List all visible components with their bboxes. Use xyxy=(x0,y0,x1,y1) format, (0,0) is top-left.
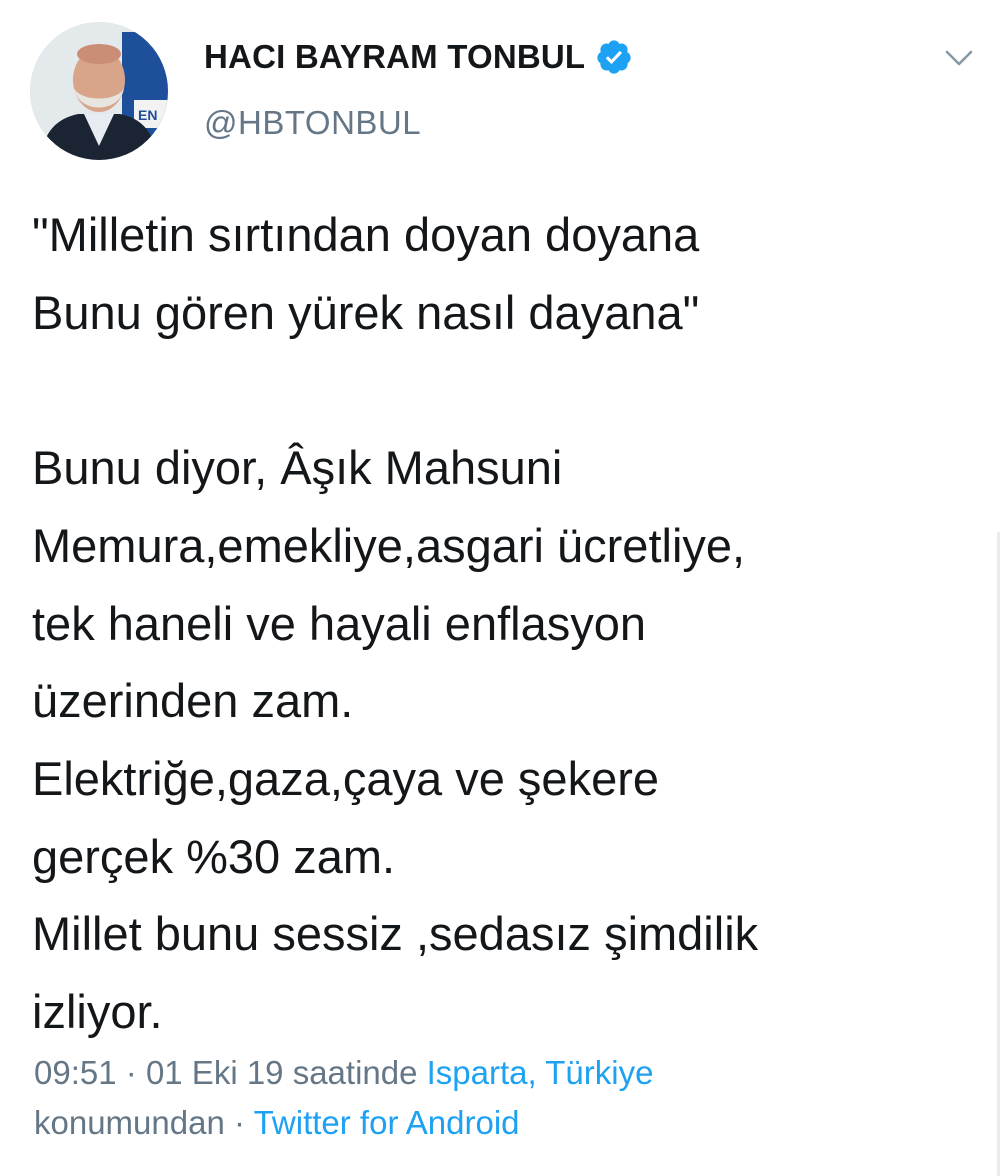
avatar[interactable]: EN xyxy=(30,22,168,160)
meta-separator: · xyxy=(125,1054,137,1091)
svg-text:EN: EN xyxy=(138,107,157,123)
tweet-text-line: gerçek %30 zam. xyxy=(32,829,396,883)
tweet-text-line: Bunu gören yürek nasıl dayana" xyxy=(32,285,700,339)
profile-photo: EN xyxy=(30,22,168,160)
tweet-text-line: "Milletin sırtından doyan doyana xyxy=(32,208,700,261)
chevron-down-icon[interactable] xyxy=(942,46,976,70)
location-suffix: konumundan xyxy=(34,1104,225,1141)
tweet-text-line: tek haneli ve hayali enflasyon xyxy=(32,596,647,650)
tweet-text-line: üzerinden zam. xyxy=(32,674,354,728)
tweet-text-line: Memura,emekliye,asgari ücretliye, xyxy=(32,518,746,572)
tweet-text-line: Elektriğe,gaza,çaya ve şekere xyxy=(32,751,659,805)
author-name-row[interactable]: HACI BAYRAM TONBUL xyxy=(204,38,633,76)
verified-badge-icon xyxy=(595,38,633,76)
source-link[interactable]: Twitter for Android xyxy=(254,1104,520,1141)
tweet-date[interactable]: 01 Eki 19 saatinde xyxy=(146,1054,418,1091)
tweet-time[interactable]: 09:51 xyxy=(34,1054,117,1091)
tweet-text-line: Bunu diyor, Âşık Mahsuni xyxy=(32,441,563,495)
tweet-text-line: izliyor. xyxy=(32,985,163,1039)
tweet-text-line: Millet bunu sessiz ,sedasız şimdilik xyxy=(32,907,759,961)
meta-separator: · xyxy=(234,1104,245,1141)
author-display-name[interactable]: HACI BAYRAM TONBUL xyxy=(204,38,585,76)
tweet-meta: 09:51 · 01 Eki 19 saatinde Isparta, Türk… xyxy=(34,1048,974,1148)
tweet-text: "Milletin sırtından doyan doyana Bunu gö… xyxy=(32,196,972,1051)
author-handle[interactable]: @HBTONBUL xyxy=(204,104,421,142)
location-link[interactable]: Isparta, Türkiye xyxy=(427,1054,654,1091)
tweet-card: EN HACI BAYRAM TONBUL @HBTONBUL "Milleti… xyxy=(0,0,1000,1176)
